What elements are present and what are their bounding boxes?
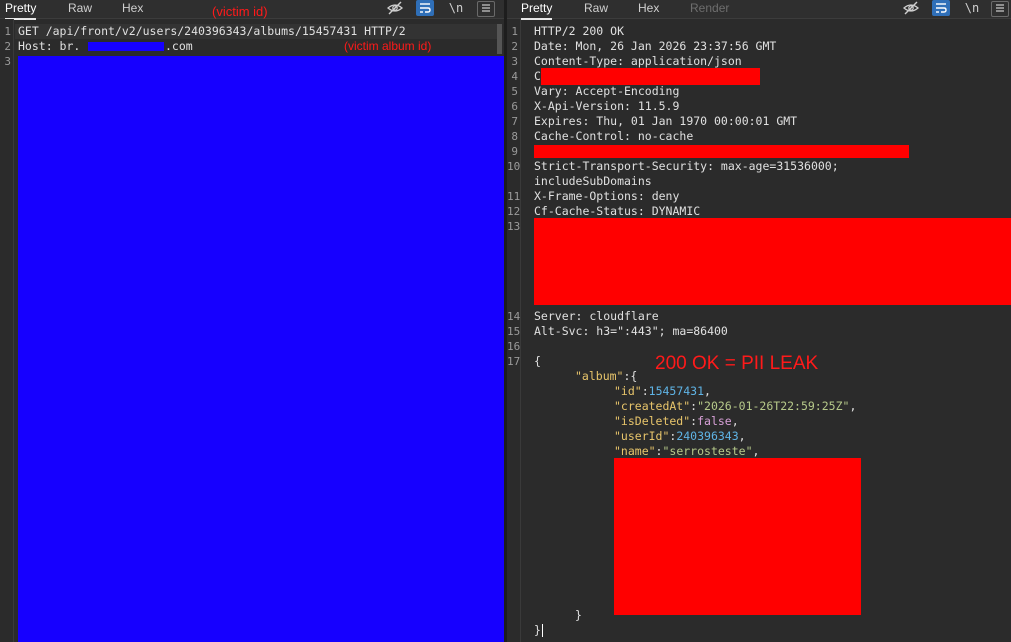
json-redaction (614, 458, 861, 615)
line-number: 14 (507, 310, 521, 323)
response-line-gutter: 1 2 3 4 5 6 7 8 9 10 11 12 13 14 15 16 1… (507, 19, 521, 642)
line-number: 4 (511, 70, 518, 83)
line-number: 13 (507, 220, 521, 233)
response-tabbar: Pretty Raw Hex Render \n (507, 0, 1011, 20)
response-line-14[interactable]: Server: cloudflare (534, 309, 659, 324)
line-number: 12 (507, 205, 521, 218)
newline-icon[interactable]: \n (962, 0, 982, 17)
response-line-5[interactable]: Vary: Accept-Encoding (534, 84, 679, 99)
hamburger-menu-icon[interactable] (991, 1, 1009, 17)
request-pane: Pretty Raw Hex \n (victim id) 1 2 3 GET … (0, 0, 504, 642)
json-userid-line[interactable]: "userId":240396343, (614, 429, 746, 444)
line-number: 7 (511, 115, 518, 128)
response-line-4[interactable]: C (534, 69, 541, 84)
header-redaction (534, 145, 909, 158)
response-line-2[interactable]: Date: Mon, 26 Jan 2026 23:37:56 GMT (534, 39, 776, 54)
response-line-8[interactable]: Cache-Control: no-cache (534, 129, 693, 144)
response-line-11[interactable]: X-Frame-Options: deny (534, 189, 679, 204)
response-tab-pretty[interactable]: Pretty (521, 0, 553, 20)
json-key: "userId" (614, 429, 670, 443)
line-number: 9 (511, 145, 518, 158)
request-scrollbar[interactable] (497, 24, 502, 54)
line-number: 15 (507, 325, 521, 338)
json-id-line[interactable]: "id":15457431, (614, 384, 711, 399)
request-body-redaction (18, 56, 504, 642)
wrap-lines-icon[interactable] (932, 0, 950, 16)
request-line-gutter: 1 2 3 (0, 19, 14, 642)
line-number: 3 (511, 55, 518, 68)
line-number: 2 (4, 40, 11, 53)
header-redaction (534, 218, 1011, 305)
response-tab-render[interactable]: Render (690, 0, 729, 18)
request-tab-pretty[interactable]: Pretty (5, 0, 37, 20)
victim-album-id-annotation: (victim album id) (344, 39, 432, 53)
request-tab-hex[interactable]: Hex (122, 0, 143, 18)
response-tab-hex[interactable]: Hex (638, 0, 659, 18)
response-line-6[interactable]: X-Api-Version: 11.5.9 (534, 99, 679, 114)
response-line-10a[interactable]: Strict-Transport-Security: max-age=31536… (534, 159, 839, 174)
request-tab-raw[interactable]: Raw (68, 0, 92, 18)
json-name-line[interactable]: "name":"serrosteste", (614, 444, 759, 459)
eye-slash-icon[interactable] (902, 0, 920, 17)
newline-icon[interactable]: \n (446, 0, 466, 17)
line-number: 1 (511, 25, 518, 38)
json-key: "id" (614, 384, 642, 398)
hamburger-menu-icon[interactable] (477, 1, 495, 17)
json-key: "createdAt" (614, 399, 691, 413)
line-number: 8 (511, 130, 518, 143)
json-number: 15457431 (648, 384, 705, 398)
line-number: 1 (4, 25, 11, 38)
response-tab-raw[interactable]: Raw (584, 0, 608, 18)
response-pane: Pretty Raw Hex Render \n 1 2 3 4 5 6 7 8… (507, 0, 1011, 642)
json-string: "serrosteste" (662, 444, 753, 458)
json-key: "isDeleted" (614, 414, 691, 428)
request-line-1[interactable]: GET /api/front/v2/users/240396343/albums… (18, 24, 406, 39)
pii-leak-annotation: 200 OK = PII LEAK (655, 353, 819, 374)
json-album-line[interactable]: "album":{ (575, 369, 637, 384)
line-number: 10 (507, 160, 521, 173)
json-number: 240396343 (676, 429, 739, 443)
json-close-outer: } (534, 623, 541, 637)
eye-slash-icon[interactable] (386, 0, 404, 17)
response-line-17[interactable]: { (534, 354, 541, 369)
json-string: "2026-01-26T22:59:25Z" (697, 399, 850, 413)
json-punct: :{ (623, 369, 638, 383)
json-isdeleted-line[interactable]: "isDeleted":false, (614, 414, 739, 429)
line-number: 16 (507, 340, 521, 353)
header-redaction (541, 68, 760, 85)
request-line-2-suffix[interactable]: .com (165, 39, 193, 54)
text-cursor (542, 624, 543, 637)
line-number: 17 (507, 355, 521, 368)
line-number: 11 (507, 190, 521, 203)
line-number: 6 (511, 100, 518, 113)
response-line-10b[interactable]: includeSubDomains (534, 174, 652, 189)
wrap-lines-icon[interactable] (416, 0, 434, 16)
response-line-3[interactable]: Content-Type: application/json (534, 54, 742, 69)
request-line-2-prefix[interactable]: Host: br. (18, 39, 80, 54)
json-createdat-line[interactable]: "createdAt":"2026-01-26T22:59:25Z", (614, 399, 856, 414)
line-number: 5 (511, 85, 518, 98)
json-key: "album" (575, 369, 624, 383)
json-close-inner: } (575, 608, 582, 622)
response-line-12[interactable]: Cf-Cache-Status: DYNAMIC (534, 204, 700, 219)
line-number: 3 (4, 55, 11, 68)
victim-id-annotation: (victim id) (212, 4, 268, 19)
response-line-1[interactable]: HTTP/2 200 OK (534, 24, 624, 39)
json-boolean: false (697, 414, 732, 428)
json-key: "name" (614, 444, 656, 458)
response-line-15[interactable]: Alt-Svc: h3=":443"; ma=86400 (534, 324, 728, 339)
host-redaction (88, 42, 164, 51)
response-line-7[interactable]: Expires: Thu, 01 Jan 1970 00:00:01 GMT (534, 114, 797, 129)
line-number: 2 (511, 40, 518, 53)
